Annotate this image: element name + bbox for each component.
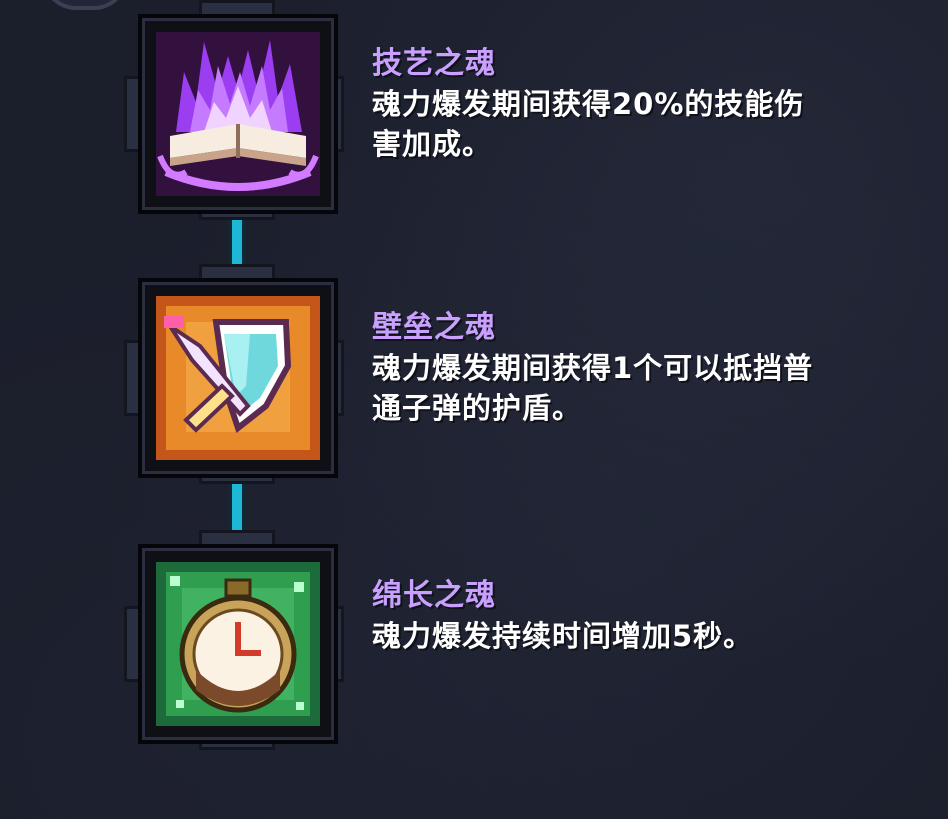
skill-description: 魂力爆发持续时间增加5秒。 [372,619,754,653]
skill-icon-frame [138,278,338,478]
skill-node-bulwark-soul[interactable] [124,264,344,484]
skill-info-enduring-soul: 绵长之魂 魂力爆发持续时间增加5秒。 [372,576,932,656]
skill-description: 魂力爆发期间获得20%的技能伤 害加成。 [372,87,805,161]
skill-icon-frame [138,14,338,214]
tree-connector [232,212,242,272]
skill-name: 技艺之魂 [372,46,496,81]
skill-description: 魂力爆发期间获得1个可以抵挡普 通子弹的护盾。 [372,351,814,425]
skill-icon-frame [138,544,338,744]
stopwatch-icon [156,562,320,726]
skill-info-craft-soul: 技艺之魂 魂力爆发期间获得20%的技能伤 害加成。 [372,44,932,164]
shield-sword-icon [156,296,320,460]
skill-node-enduring-soul[interactable] [124,530,344,750]
skill-info-bulwark-soul: 壁垒之魂 魂力爆发期间获得1个可以抵挡普 通子弹的护盾。 [372,308,932,428]
purple-flame-book-icon [156,32,320,196]
skill-node-craft-soul[interactable] [124,0,344,220]
skill-name: 壁垒之魂 [372,310,496,345]
skill-name: 绵长之魂 [372,578,496,613]
